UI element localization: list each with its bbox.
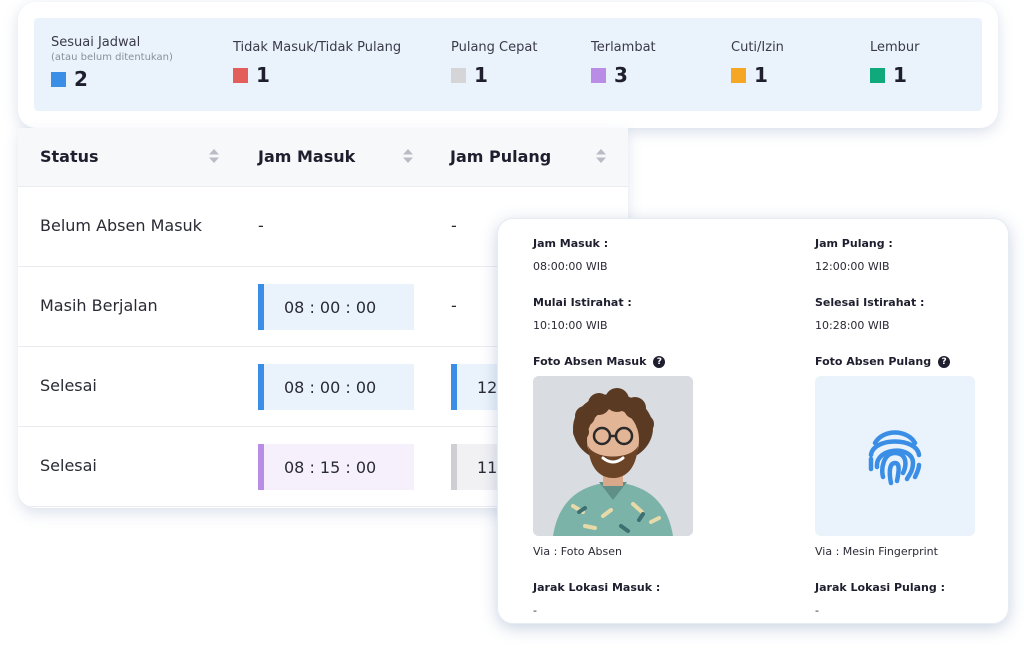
stat-terlambat: Terlambat 3 [591,40,656,85]
sort-icon[interactable] [402,147,414,165]
color-swatch [51,71,66,87]
cell-status: Selesai [40,456,97,475]
cell-status: Belum Absen Masuk [40,216,202,235]
color-swatch [731,67,746,83]
foto-absen-masuk-heading: Foto Absen Masuk? [533,355,666,368]
cell-jam-masuk: 08 : 15 : 00 [258,444,414,490]
attendance-detail-card: Jam Masuk : 08:00:00 WIB Jam Pulang : 12… [497,218,1009,624]
stat-cuti-izin: Cuti/Izin 1 [731,40,784,85]
cell-jam-pulang: - [451,216,457,235]
stat-value: 1 [256,63,270,87]
jam-masuk-value: 08:00:00 WIB [533,260,608,273]
sort-icon[interactable] [208,147,220,165]
stat-pulang-cepat: Pulang Cepat 1 [451,40,537,85]
table-header: Status Jam Masuk Jam Pulang [18,128,628,187]
cell-jam-pulang: - [451,296,457,315]
stat-label: Lembur [870,40,920,55]
selesai-istirahat-label: Selesai Istirahat : [815,296,925,309]
color-swatch [591,67,606,83]
stat-value: 1 [474,63,488,87]
via-masuk: Via : Foto Absen [533,545,622,558]
jam-pulang-label: Jam Pulang : [815,237,893,250]
stat-label: Cuti/Izin [731,40,784,55]
cell-status: Masih Berjalan [40,296,158,315]
color-swatch [451,67,466,83]
mulai-istirahat-value: 10:10:00 WIB [533,319,608,332]
attendance-summary-card: Sesuai Jadwal (atau belum ditentukan) 2 … [18,2,998,128]
stat-sublabel: (atau belum ditentukan) [51,52,173,63]
jam-masuk-label: Jam Masuk : [533,237,609,250]
foto-absen-pulang-heading: Foto Absen Pulang? [815,355,951,368]
stat-label: Tidak Masuk/Tidak Pulang [233,40,402,55]
cell-jam-masuk: 08 : 00 : 00 [258,364,414,410]
foto-absen-pulang-label: Foto Absen Pulang [815,355,932,368]
stat-value: 2 [74,67,88,91]
column-header-status[interactable]: Status [40,147,99,166]
sort-icon[interactable] [595,147,607,165]
jarak-lokasi-masuk-label: Jarak Lokasi Masuk : [533,581,661,594]
column-header-jam-pulang[interactable]: Jam Pulang [450,147,551,166]
jarak-lokasi-pulang-label: Jarak Lokasi Pulang : [815,581,945,594]
mulai-istirahat-label: Mulai Istirahat : [533,296,632,309]
attendance-photo[interactable] [533,376,693,536]
stat-sesuai-jadwal: Sesuai Jadwal (atau belum ditentukan) 2 [51,35,173,89]
stat-lembur: Lembur 1 [870,40,920,85]
help-icon[interactable]: ? [938,356,951,368]
foto-absen-masuk-label: Foto Absen Masuk [533,355,647,368]
cell-status: Selesai [40,376,97,395]
person-photo-icon [533,376,693,536]
stat-value: 1 [754,63,768,87]
stat-tidak-masuk: Tidak Masuk/Tidak Pulang 1 [233,40,401,85]
stat-value: 3 [614,63,628,87]
via-pulang: Via : Mesin Fingerprint [815,545,938,558]
jarak-lokasi-pulang-value: - [815,604,819,617]
color-swatch [233,67,248,83]
cell-jam-masuk: - [258,216,264,235]
jarak-lokasi-masuk-value: - [533,604,537,617]
cell-jam-masuk: 08 : 00 : 00 [258,284,414,330]
stat-label: Pulang Cepat [451,40,538,55]
attendance-summary-panel: Sesuai Jadwal (atau belum ditentukan) 2 … [34,18,982,111]
fingerprint-panel[interactable] [815,376,975,536]
stat-value: 1 [893,63,907,87]
help-icon[interactable]: ? [653,356,666,368]
fingerprint-icon [868,430,922,486]
color-swatch [870,67,885,83]
selesai-istirahat-value: 10:28:00 WIB [815,319,890,332]
column-header-jam-masuk[interactable]: Jam Masuk [258,147,355,166]
stat-label: Sesuai Jadwal [51,35,141,50]
stat-label: Terlambat [591,40,656,55]
jam-pulang-value: 12:00:00 WIB [815,260,890,273]
